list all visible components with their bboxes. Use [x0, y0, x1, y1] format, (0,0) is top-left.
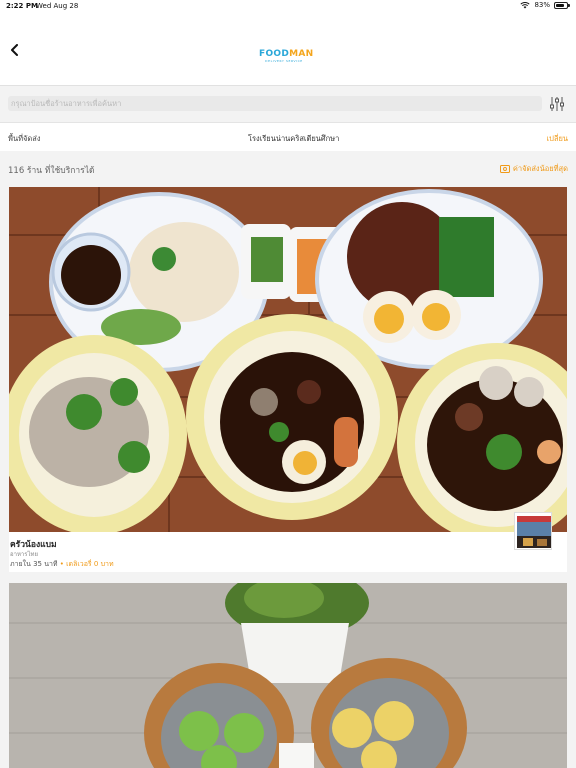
restaurant-cuisine: อาหารไทย — [10, 551, 39, 558]
restaurant-card[interactable]: ครัวน้องแบม อาหารไทย ภายใน 35 นาที • เดล… — [9, 187, 567, 572]
restaurant-count: 116 ร้าน ที่ใช้บริการได้ — [8, 166, 95, 176]
status-date: Wed Aug 28 — [36, 2, 79, 10]
restaurant-logo — [514, 512, 552, 550]
change-area-button[interactable]: เปลี่ยน — [547, 133, 568, 145]
sliders-icon — [550, 97, 564, 111]
logo-subtitle: DELIVERY SERVICE — [265, 59, 303, 63]
restaurant-photo — [9, 583, 567, 768]
sort-by-fee-button[interactable]: ค่าจัดส่งน้อยที่สุด — [499, 163, 568, 175]
search-row — [0, 86, 576, 122]
restaurant-card[interactable] — [9, 583, 567, 768]
restaurant-logo-image — [515, 513, 551, 549]
logo-part2: MAN — [289, 49, 314, 59]
nav-bar: FOODMAN DELIVERY SERVICE — [0, 13, 576, 86]
chevron-left-icon — [11, 44, 18, 56]
food-photo — [9, 187, 567, 532]
battery-icon — [554, 1, 570, 9]
logo-wordmark: FOODMAN — [259, 49, 313, 59]
wifi-icon — [520, 2, 530, 9]
status-time: 2:22 PM — [6, 2, 38, 10]
status-bar: 2:22 PM Wed Aug 28 83% — [0, 0, 576, 13]
back-button[interactable] — [6, 41, 24, 59]
delivery-area-label: พื้นที่จัดส่ง — [8, 134, 41, 143]
money-icon — [499, 165, 510, 173]
restaurant-meta: ภายใน 35 นาที • เดลิเวอรี่ 0 บาท — [10, 559, 114, 570]
delivery-fee: เดลิเวอรี่ 0 บาท — [66, 560, 114, 568]
foodman-logo: FOODMAN DELIVERY SERVICE — [259, 49, 313, 63]
battery-percent: 83% — [534, 1, 550, 9]
meta-separator: • — [59, 560, 64, 568]
status-indicators: 83% — [520, 1, 570, 9]
delivery-area-value: โรงเรียนน่านคริสเตียนศึกษา — [248, 134, 340, 143]
delivery-area-row: พื้นที่จัดส่ง โรงเรียนน่านคริสเตียนศึกษา… — [0, 123, 576, 151]
sort-label: ค่าจัดส่งน้อยที่สุด — [512, 164, 568, 173]
delivery-time: ภายใน 35 นาที — [10, 560, 58, 568]
filter-button[interactable] — [546, 94, 568, 114]
results-row: 116 ร้าน ที่ใช้บริการได้ ค่าจัดส่งน้อยที… — [0, 151, 576, 184]
battery-fill — [556, 3, 565, 7]
restaurant-photo — [9, 187, 567, 532]
logo-part1: FOOD — [259, 49, 290, 59]
search-input[interactable] — [8, 96, 542, 111]
